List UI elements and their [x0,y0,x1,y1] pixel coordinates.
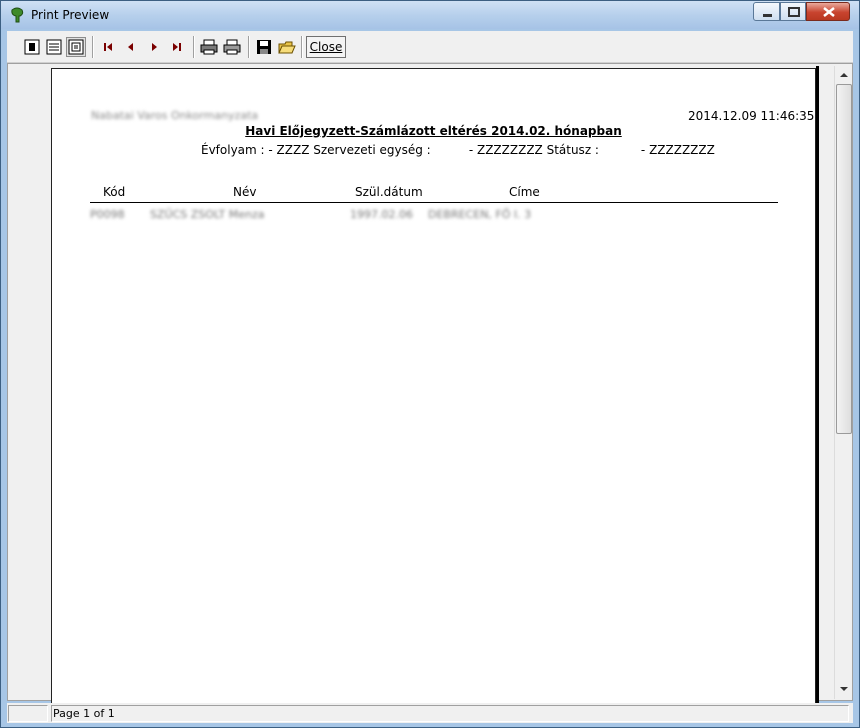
minimize-icon [763,14,772,17]
scroll-thumb[interactable] [836,84,852,434]
whole-page-button[interactable] [66,37,86,57]
last-page-button[interactable] [167,37,187,57]
status-panel-left [8,705,48,722]
chevron-up-icon [840,73,848,77]
first-page-icon [104,43,112,51]
header-rule [90,202,778,203]
print-button[interactable] [222,37,242,57]
vertical-scrollbar[interactable] [834,66,852,699]
page-indicator: Page 1 of 1 [51,705,849,722]
open-icon [278,41,296,54]
close-button[interactable]: Close [306,36,346,58]
scroll-down-button[interactable] [836,681,852,697]
save-button[interactable] [254,37,274,57]
title-bar[interactable]: Print Preview [1,1,859,29]
one-page-button[interactable] [22,37,42,57]
maximize-icon [788,7,800,17]
column-header-cime: Címe [509,185,540,199]
toolbar: Close [7,31,853,63]
prev-page-icon [128,43,133,51]
cell-szul: 1997.02.06 [350,208,413,221]
cell-nev: SZŰCS ZSOLT Menza [150,208,265,221]
report-title: Havi Előjegyzett-Számlázott eltérés 2014… [245,124,622,138]
print-icon [223,39,241,55]
print-setup-button[interactable] [199,37,219,57]
report-datetime: 2014.12.09 11:46:35 [688,109,815,123]
last-page-icon [173,43,181,51]
report-page: Nabatai Varos Onkormanyzata 2014.12.09 1… [51,68,816,708]
next-page-button[interactable] [144,37,164,57]
one-page-icon [24,39,40,55]
page-width-icon [46,39,62,55]
maximize-button[interactable] [780,2,806,21]
cell-cime: DEBRECEN, FŐ I. 3 [428,208,532,221]
minimize-button[interactable] [753,2,780,21]
window-title: Print Preview [31,8,110,22]
save-icon [257,40,271,54]
column-header-nev: Név [233,185,257,199]
close-icon [823,7,835,17]
page-shadow [816,66,819,704]
prev-page-button[interactable] [121,37,141,57]
open-button[interactable] [277,37,297,57]
status-bar: Page 1 of 1 [7,703,853,723]
whole-page-icon [68,39,84,55]
column-header-kod: Kód [103,185,126,199]
chevron-down-icon [840,687,848,691]
app-tree-icon [11,7,24,23]
filter-line: Évfolyam : - ZZZZ Szervezeti egység : - … [201,143,715,157]
column-header-szul: Szül.dátum [355,185,423,199]
cell-kod: P0098 [90,208,125,221]
close-window-button[interactable] [806,2,850,21]
preview-area[interactable]: Nabatai Varos Onkormanyzata 2014.12.09 1… [7,63,853,708]
organization-name: Nabatai Varos Onkormanyzata [91,109,259,122]
scroll-up-button[interactable] [836,67,852,83]
next-page-icon [152,43,157,51]
print-setup-icon [200,39,218,55]
print-preview-window: Print Preview Close Nabatai Varos Onkorm… [0,0,860,728]
first-page-button[interactable] [98,37,118,57]
page-width-button[interactable] [44,37,64,57]
